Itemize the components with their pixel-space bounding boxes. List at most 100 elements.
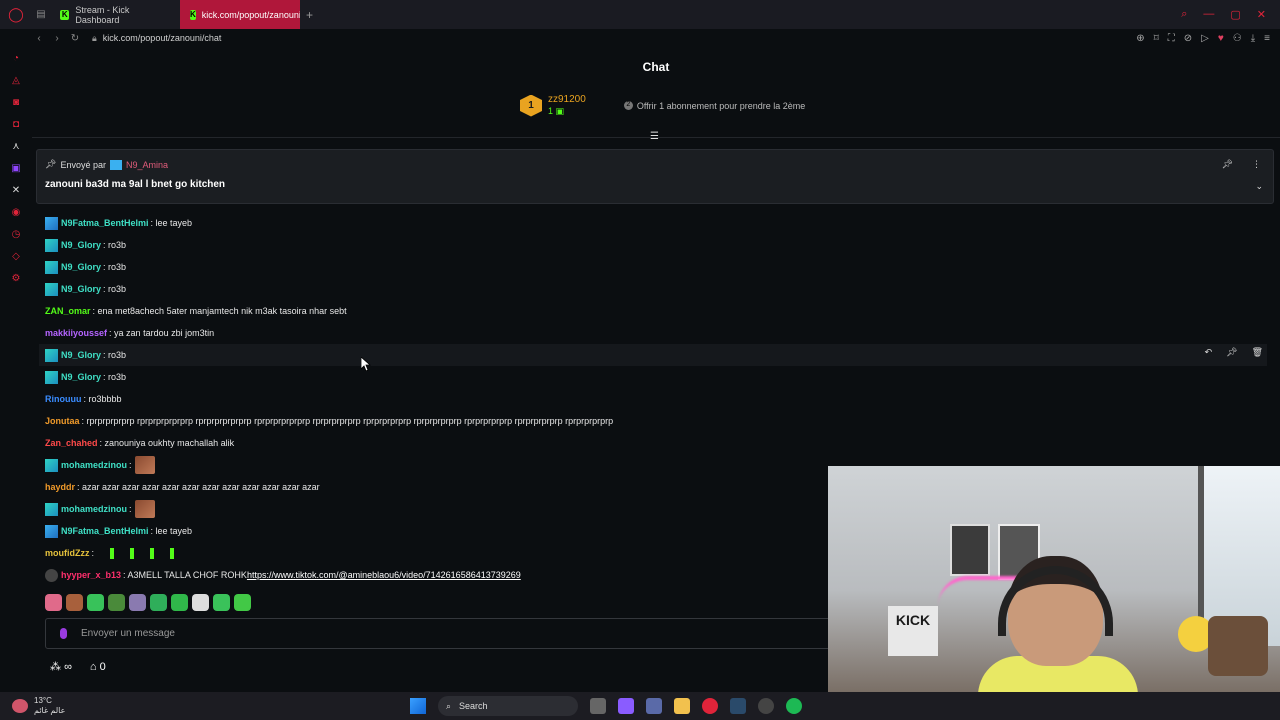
- chat-username[interactable]: makkiiyoussef: [45, 328, 107, 338]
- address-bar: ‹ › ↻ 🔒︎ kick.com/popout/zanouni/chat ⊕ ⌑…: [0, 29, 1280, 47]
- more-options-icon[interactable]: ⋮: [1252, 159, 1261, 170]
- chat-username[interactable]: N9Fatma_BentHelmi: [61, 218, 149, 228]
- store-app-icon[interactable]: [646, 698, 662, 714]
- close-button[interactable]: ✕: [1257, 8, 1266, 21]
- emote-icon[interactable]: [87, 594, 104, 611]
- chat-message[interactable]: N9Fatma_BentHelmi: lee tayeb: [45, 212, 1275, 234]
- chat-username[interactable]: N9_Glory: [61, 350, 101, 360]
- instagram-icon[interactable]: ◘: [13, 119, 19, 131]
- opera-taskbar-icon[interactable]: [702, 698, 718, 714]
- chat-link[interactable]: https://www.tiktok.com/@amineblaou6/vide…: [247, 570, 521, 580]
- task-view-icon[interactable]: [590, 698, 606, 714]
- minimize-button[interactable]: —: [1203, 8, 1214, 21]
- chat-message[interactable]: N9_Glory: ro3b: [45, 278, 1275, 300]
- new-tab-button[interactable]: +: [300, 8, 319, 22]
- tab-kick-dashboard[interactable]: K Stream - Kick Dashboard: [50, 0, 180, 29]
- spotify-icon[interactable]: [786, 698, 802, 714]
- aria-icon[interactable]: ◬: [12, 75, 20, 87]
- chat-message[interactable]: Rinouuu: ro3bbbb: [45, 388, 1275, 410]
- chat-message[interactable]: ZAN_omar: ena met8achech 5ater manjamtec…: [45, 300, 1275, 322]
- account-icon[interactable]: ⚇: [1233, 33, 1242, 44]
- settings-icon[interactable]: ⚙: [12, 273, 21, 285]
- chat-username[interactable]: N9_Glory: [61, 284, 101, 294]
- steam-icon[interactable]: [730, 698, 746, 714]
- maximize-button[interactable]: ▢: [1230, 8, 1240, 21]
- download-icon[interactable]: ⤓: [1251, 33, 1255, 44]
- emote-icon[interactable]: [171, 594, 188, 611]
- gift-user[interactable]: zz91200: [548, 94, 586, 106]
- gift-offer[interactable]: 2 Offrir 1 abonnement pour prendre la 2èm…: [623, 101, 805, 111]
- screenshot-icon[interactable]: ⛶: [1168, 33, 1175, 44]
- back-icon[interactable]: ‹: [30, 33, 48, 44]
- pin-icon[interactable]: 📌︎: [1226, 347, 1237, 358]
- history-icon[interactable]: ◷: [12, 229, 21, 241]
- player-icon[interactable]: ▷: [1201, 33, 1209, 44]
- chat-username[interactable]: N9_Glory: [61, 372, 101, 382]
- emote-icon[interactable]: [129, 594, 146, 611]
- opera-logo-icon[interactable]: ◯: [0, 0, 32, 29]
- chat-username[interactable]: ZAN_omar: [45, 306, 91, 316]
- chat-username[interactable]: mohamedzinou: [61, 504, 127, 514]
- chat-username[interactable]: Zan_chahed: [45, 438, 98, 448]
- emote-icon[interactable]: [213, 594, 230, 611]
- search-tabs-icon[interactable]: ⌕: [1181, 8, 1187, 21]
- chevron-down-icon[interactable]: ⌄: [1255, 181, 1263, 192]
- taskbar-search[interactable]: ⌕ Search: [438, 696, 578, 716]
- chat-message[interactable]: makkiiyoussef: ya zan tardou zbi jom3tin: [45, 322, 1275, 344]
- chat-username[interactable]: Rinouuu: [45, 394, 82, 404]
- delete-icon[interactable]: 🗑︎: [1252, 347, 1263, 358]
- reply-icon[interactable]: ↶: [1205, 347, 1213, 358]
- bookmark-icon[interactable]: ⌑: [1154, 33, 1159, 44]
- kick-sidebar-icon[interactable]: ⋏: [12, 141, 19, 153]
- chat-username[interactable]: Jonutaa: [45, 416, 80, 426]
- chat-message[interactable]: N9_Glory: ro3b: [45, 234, 1275, 256]
- unpin-icon[interactable]: 📌︎: [1222, 159, 1233, 170]
- store-button[interactable]: ⌂ 0: [90, 661, 106, 673]
- emote-icon[interactable]: [66, 594, 83, 611]
- chat-username[interactable]: N9Fatma_BentHelmi: [61, 526, 149, 536]
- collapse-icon[interactable]: ☰: [650, 131, 659, 142]
- emote-icon[interactable]: [234, 594, 251, 611]
- chat-username[interactable]: hayddr: [45, 482, 75, 492]
- chat-message[interactable]: N9_Glory: ro3b: [45, 256, 1275, 278]
- forward-icon[interactable]: ›: [48, 33, 66, 44]
- mic-icon[interactable]: [60, 628, 67, 639]
- messenger-icon[interactable]: ◙: [13, 97, 19, 109]
- emote-icon[interactable]: [192, 594, 209, 611]
- heart-icon[interactable]: ♥: [1218, 33, 1224, 44]
- twitch-icon[interactable]: ▣: [11, 163, 20, 175]
- tab-kick-popout[interactable]: K kick.com/popout/zanouni: [180, 0, 300, 29]
- explorer-icon[interactable]: [674, 698, 690, 714]
- weather-widget[interactable]: 13°C عالم غائم: [12, 696, 65, 716]
- emote-icon[interactable]: [108, 594, 125, 611]
- channel-points[interactable]: ⁂ ∞: [50, 660, 72, 673]
- chat-username[interactable]: hyyper_x_b13: [61, 570, 121, 580]
- chat-message[interactable]: Jonutaa: rprprprprprp rprprprprprprp rpr…: [45, 410, 1275, 432]
- copilot-icon[interactable]: [618, 698, 634, 714]
- emote-icon[interactable]: [45, 594, 62, 611]
- player-sidebar-icon[interactable]: ◉: [12, 207, 21, 219]
- adblock-icon[interactable]: ⊘: [1184, 33, 1192, 44]
- x-icon[interactable]: ✕: [12, 185, 20, 197]
- chat-input[interactable]: Envoyer un message: [45, 618, 835, 649]
- chat-username[interactable]: N9_Glory: [61, 262, 101, 272]
- pinned-author[interactable]: N9_Amina: [126, 160, 168, 170]
- emote-icon[interactable]: [150, 594, 167, 611]
- pinned-text: zanouni ba3d ma 9al l bnet go kitchen: [45, 179, 226, 190]
- tabs-menu-icon[interactable]: ▤: [32, 9, 50, 20]
- reload-icon[interactable]: ↻: [66, 33, 84, 44]
- obs-icon[interactable]: [758, 698, 774, 714]
- menu-icon[interactable]: ≡: [1264, 33, 1270, 44]
- chat-message[interactable]: Zan_chahed: zanouniya oukhty machallah a…: [45, 432, 1275, 454]
- zoom-icon[interactable]: ⊕: [1136, 33, 1144, 44]
- windows-start-icon[interactable]: [410, 698, 426, 714]
- chat-username[interactable]: mohamedzinou: [61, 460, 127, 470]
- chat-message[interactable]: N9_Glory: ro3b: [45, 366, 1275, 388]
- chat-message[interactable]: N9_Glory: ro3b ↶ 📌︎ 🗑︎: [39, 344, 1267, 366]
- extensions-icon[interactable]: ◇: [12, 251, 20, 263]
- chat-username[interactable]: moufidZzz: [45, 548, 90, 558]
- url-field[interactable]: 🔒︎ kick.com/popout/zanouni/chat: [92, 33, 221, 44]
- speed-dial-icon[interactable]: ◔: [13, 53, 19, 65]
- chat-text: : ya zan tardou zbi jom3tin: [109, 328, 215, 338]
- chat-username[interactable]: N9_Glory: [61, 240, 101, 250]
